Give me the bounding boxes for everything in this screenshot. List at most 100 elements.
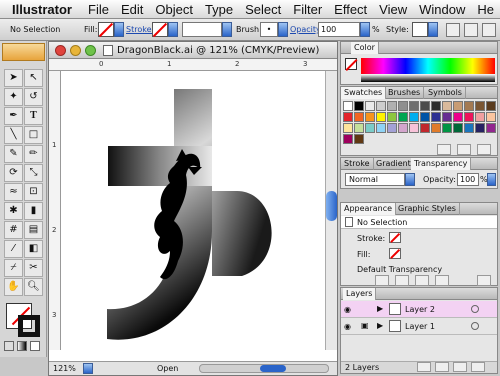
color-swatch[interactable]: [486, 112, 496, 122]
color-swatch[interactable]: [387, 101, 397, 111]
color-swatch[interactable]: [464, 101, 474, 111]
tab-brushes[interactable]: Brushes: [385, 87, 425, 99]
color-swatch[interactable]: [453, 112, 463, 122]
color-swatch[interactable]: [464, 123, 474, 133]
menu-window[interactable]: Window: [413, 2, 471, 17]
stroke-weight-field[interactable]: [182, 22, 222, 37]
visibility-eye-icon[interactable]: ◉: [344, 305, 351, 314]
warp-tool-icon[interactable]: ≈: [4, 183, 23, 201]
color-swatch[interactable]: [409, 123, 419, 133]
layer-name[interactable]: Layer 1: [405, 322, 435, 331]
rectangle-tool-icon[interactable]: □: [24, 126, 43, 144]
color-mode-icon[interactable]: [4, 341, 14, 351]
color-swatch[interactable]: [376, 123, 386, 133]
eyedropper-tool-icon[interactable]: ⁄: [4, 240, 23, 258]
opacity-dropdown[interactable]: [360, 22, 370, 37]
scissors-tool-icon[interactable]: ✂: [24, 259, 43, 277]
gradient-mode-icon[interactable]: [17, 341, 27, 351]
appearance-new-art-icon[interactable]: [375, 275, 389, 286]
tab-graphic-styles[interactable]: Graphic Styles: [395, 203, 460, 215]
appearance-clear-icon[interactable]: [395, 275, 409, 286]
fill-dropdown[interactable]: [114, 22, 124, 37]
target-circle-icon[interactable]: [471, 305, 479, 313]
minimize-window-icon[interactable]: [70, 45, 81, 56]
color-swatch[interactable]: [354, 134, 364, 144]
make-clipping-mask-icon[interactable]: [417, 362, 431, 372]
close-window-icon[interactable]: [55, 45, 66, 56]
color-swatch[interactable]: [475, 112, 485, 122]
hand-tool-icon[interactable]: ✋: [4, 278, 23, 296]
color-swatch[interactable]: [365, 123, 375, 133]
color-swatch[interactable]: [409, 112, 419, 122]
tab-gradient[interactable]: Gradient: [373, 158, 415, 170]
appearance-fill-chip[interactable]: [389, 248, 401, 259]
menu-type[interactable]: Type: [199, 2, 239, 17]
color-swatch[interactable]: [343, 101, 353, 111]
gradient-tool-icon[interactable]: ▤: [24, 221, 43, 239]
lasso-tool-icon[interactable]: ↺: [24, 88, 43, 106]
type-tool-icon[interactable]: T: [24, 107, 43, 125]
magic-wand-tool-icon[interactable]: ✦: [4, 88, 23, 106]
new-layer-icon[interactable]: [453, 362, 467, 372]
zoom-window-icon[interactable]: [85, 45, 96, 56]
color-swatch[interactable]: [475, 101, 485, 111]
delete-layer-icon[interactable]: [471, 362, 485, 372]
color-fill-chip[interactable]: [345, 58, 358, 72]
color-swatch[interactable]: [343, 112, 353, 122]
menu-view[interactable]: View: [373, 2, 413, 17]
color-swatch[interactable]: [365, 101, 375, 111]
vertical-ruler[interactable]: 1 2 3: [49, 71, 61, 350]
color-swatch[interactable]: [431, 101, 441, 111]
zoom-tool-icon[interactable]: 🔍︎: [24, 278, 43, 296]
color-swatch[interactable]: [486, 101, 496, 111]
stroke-swatch[interactable]: [152, 22, 168, 38]
vertical-scroll-thumb[interactable]: [326, 191, 337, 221]
rotate-tool-icon[interactable]: ⟳: [4, 164, 23, 182]
menu-edit[interactable]: Edit: [115, 2, 149, 17]
expand-triangle-icon[interactable]: ▶: [377, 321, 383, 330]
tab-layers[interactable]: Layers: [343, 288, 377, 300]
menu-effect[interactable]: Effect: [328, 2, 373, 17]
color-swatch[interactable]: [398, 112, 408, 122]
direct-selection-tool-icon[interactable]: ↖: [24, 69, 43, 87]
color-swatch[interactable]: [354, 112, 364, 122]
layer-name[interactable]: Layer 2: [405, 305, 435, 314]
dragon-logo-artwork[interactable]: [62, 71, 325, 350]
color-swatch[interactable]: [409, 101, 419, 111]
none-mode-icon[interactable]: [30, 341, 40, 351]
color-swatch[interactable]: [442, 112, 452, 122]
opacity-field[interactable]: 100: [318, 22, 360, 37]
layer-row[interactable]: ◉ ▣ ▶ Layer 1: [341, 318, 497, 335]
tab-appearance[interactable]: Appearance: [341, 203, 397, 215]
stroke-weight-dropdown[interactable]: [222, 22, 232, 37]
color-swatch[interactable]: [387, 112, 397, 122]
color-swatch[interactable]: [420, 101, 430, 111]
selection-tool-icon[interactable]: ➤: [4, 69, 23, 87]
menu-object[interactable]: Object: [149, 2, 199, 17]
pencil-tool-icon[interactable]: ✏: [24, 145, 43, 163]
color-swatch[interactable]: [398, 101, 408, 111]
menu-help[interactable]: He: [471, 2, 500, 17]
zoom-dropdown[interactable]: [83, 363, 93, 374]
blend-tool-icon[interactable]: ◧: [24, 240, 43, 258]
menu-filter[interactable]: Filter: [287, 2, 328, 17]
color-swatch[interactable]: [420, 123, 430, 133]
brush-dropdown[interactable]: [278, 22, 288, 37]
color-swatch[interactable]: [376, 112, 386, 122]
color-swatch[interactable]: [442, 123, 452, 133]
color-swatch[interactable]: [398, 123, 408, 133]
appearance-delete-icon[interactable]: [477, 275, 491, 286]
appearance-stroke-chip[interactable]: [389, 232, 401, 243]
tab-symbols[interactable]: Symbols: [425, 87, 466, 99]
color-swatch[interactable]: [431, 112, 441, 122]
stroke-label[interactable]: Stroke:: [126, 25, 154, 34]
document-setup-icon[interactable]: [446, 23, 460, 37]
color-swatch[interactable]: [376, 101, 386, 111]
tab-swatches[interactable]: Swatches: [341, 87, 387, 99]
visibility-eye-icon[interactable]: ◉: [344, 322, 351, 331]
adobe-flower-icon[interactable]: [2, 43, 45, 61]
color-swatch[interactable]: [343, 123, 353, 133]
column-graph-tool-icon[interactable]: ▮: [24, 202, 43, 220]
pen-tool-icon[interactable]: ✒: [4, 107, 23, 125]
stroke-color-box[interactable]: [18, 315, 40, 337]
